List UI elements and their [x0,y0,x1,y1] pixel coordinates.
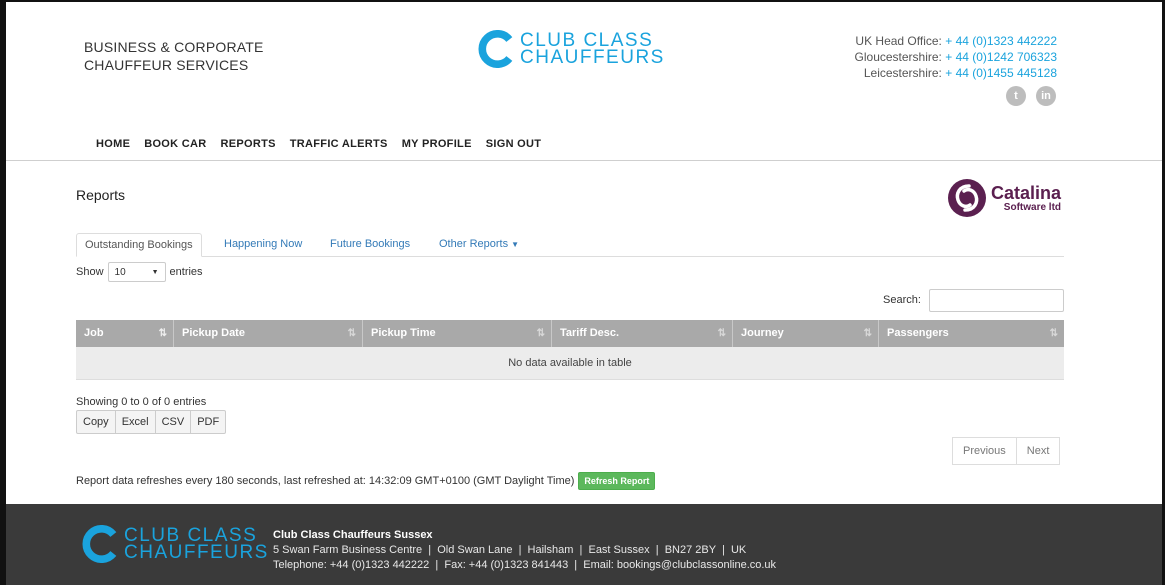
column-header-label: Job [84,327,104,339]
contact-label: Gloucestershire: [854,50,942,64]
footer-logo-line-2: CHAUFFEURS [124,542,269,563]
catalina-subtitle: Software ltd [1003,201,1062,213]
column-header-label: Pickup Date [182,327,245,339]
tagline-line-1: BUSINESS & CORPORATE [84,39,264,55]
entries-select-value: 10 [114,266,126,278]
column-header-pickup-date[interactable]: Pickup Date ⇅ [174,320,363,347]
tab-happening-now[interactable]: Happening Now [216,233,310,255]
contact-label: Leicestershire: [863,66,942,80]
contact-gloucestershire: Gloucestershire: + 44 (0)1242 706323 [855,49,1057,65]
footer-contact: Telephone: +44 (0)1323 442222 | Fax: +44… [273,559,777,571]
nav-my-profile[interactable]: MY PROFILE [402,138,472,150]
refresh-status-text: Report data refreshes every 180 seconds,… [76,475,575,487]
footer-logo[interactable]: CLUB CLASS CHAUFFEURS [82,525,269,563]
contact-label: UK Head Office: [855,34,942,48]
catalina-logo-icon [948,179,986,217]
sort-icon: ⇅ [863,328,872,339]
club-class-logo[interactable]: CLUB CLASS CHAUFFEURS [478,30,665,68]
report-tabs: Outstanding Bookings Happening Now Futur… [76,233,1064,257]
contact-leicestershire: Leicestershire: + 44 (0)1455 445128 [855,65,1057,81]
nav-home[interactable]: HOME [96,138,130,150]
window-frame-top [0,0,1165,2]
sort-icon: ⇅ [347,328,356,339]
footer-address: 5 Swan Farm Business Centre | Old Swan L… [273,544,747,556]
excel-button[interactable]: Excel [114,410,156,434]
site-footer: CLUB CLASS CHAUFFEURS Club Class Chauffe… [6,504,1162,585]
catalina-name: Catalina [991,182,1062,203]
logo-line-2: CHAUFFEURS [520,47,665,68]
chevron-down-icon: ▼ [151,268,159,276]
previous-page-button[interactable]: Previous [952,437,1017,465]
page-title: Reports [76,187,126,203]
bookings-table: Job ⇅ Pickup Date ⇅ Pickup Time ⇅ Tariff De… [76,320,1064,380]
search-input[interactable] [929,289,1064,312]
search-label: Search: [883,294,921,306]
tab-future-bookings[interactable]: Future Bookings [322,233,418,255]
social-links: t in [1006,86,1056,106]
sort-icon: ⇅ [536,328,545,339]
tab-outstanding-bookings[interactable]: Outstanding Bookings [76,233,202,257]
next-page-button[interactable]: Next [1015,437,1061,465]
table-header: Job ⇅ Pickup Date ⇅ Pickup Time ⇅ Tariff De… [76,320,1064,347]
club-class-logo-text: CLUB CLASS CHAUFFEURS [520,31,665,68]
table-info: Showing 0 to 0 of 0 entries [76,396,207,408]
nav-book-car[interactable]: BOOK CAR [144,138,206,150]
header-tagline: BUSINESS & CORPORATE CHAUFFEUR SERVICES [84,38,264,74]
entries-label: entries [169,266,203,278]
sort-icon: ⇅ [717,328,726,339]
column-header-label: Tariff Desc. [560,327,620,339]
entries-select[interactable]: 10 ▼ [107,262,166,282]
copy-button[interactable]: Copy [76,410,116,434]
contact-phone-link[interactable]: + 44 (0)1242 706323 [945,50,1057,64]
show-label: Show [76,266,104,278]
refresh-report-button[interactable]: Refresh Report [578,472,656,490]
column-header-job[interactable]: Job ⇅ [76,320,174,347]
footer-title: Club Class Chauffeurs Sussex [273,529,433,541]
catalina-logo-text: Catalina Software ltd [991,184,1061,213]
tab-other-reports-label: Other Reports [439,238,509,250]
main-nav: HOME BOOK CAR REPORTS TRAFFIC ALERTS MY … [96,138,541,150]
column-header-journey[interactable]: Journey ⇅ [733,320,879,347]
pdf-button[interactable]: PDF [190,410,227,434]
window-frame-left [0,0,6,585]
column-header-label: Journey [741,327,784,339]
nav-traffic-alerts[interactable]: TRAFFIC ALERTS [290,138,388,150]
table-empty-row: No data available in table [76,347,1064,380]
column-header-label: Passengers [887,327,949,339]
twitter-icon[interactable]: t [1006,86,1026,106]
column-header-tariff-desc[interactable]: Tariff Desc. ⇅ [552,320,733,347]
tab-other-reports[interactable]: Other Reports ▼ [431,233,527,255]
club-class-logo-icon [478,30,513,68]
sort-icon: ⇅ [1049,328,1058,339]
column-header-passengers[interactable]: Passengers ⇅ [879,320,1064,347]
pagination: Previous Next [952,437,1061,465]
contact-phone-link[interactable]: + 44 (0)1455 445128 [945,66,1057,80]
contact-phone-link[interactable]: + 44 (0)1323 442222 [945,34,1057,48]
contact-head-office: UK Head Office: + 44 (0)1323 442222 [855,33,1057,49]
sort-ascending-icon: ⇅ [158,328,167,339]
nav-reports[interactable]: REPORTS [221,138,276,150]
header-contacts: UK Head Office: + 44 (0)1323 442222 Glou… [855,33,1057,81]
footer-logo-text: CLUB CLASS CHAUFFEURS [124,526,269,563]
footer-info: Club Class Chauffeurs Sussex 5 Swan Farm… [273,528,776,573]
nav-sign-out[interactable]: SIGN OUT [486,138,542,150]
csv-button[interactable]: CSV [154,410,192,434]
nav-divider [6,160,1162,161]
caret-down-icon: ▼ [511,240,520,249]
club-class-logo-icon [82,525,117,563]
column-header-label: Pickup Time [371,327,436,339]
tagline-line-2: CHAUFFEUR SERVICES [84,57,249,73]
show-entries-control: Show 10 ▼ entries [76,262,203,282]
catalina-logo: Catalina Software ltd [947,178,1061,218]
refresh-status: Report data refreshes every 180 seconds,… [76,472,656,490]
linkedin-icon[interactable]: in [1036,86,1056,106]
column-header-pickup-time[interactable]: Pickup Time ⇅ [363,320,552,347]
export-buttons: Copy Excel CSV PDF [76,410,227,434]
